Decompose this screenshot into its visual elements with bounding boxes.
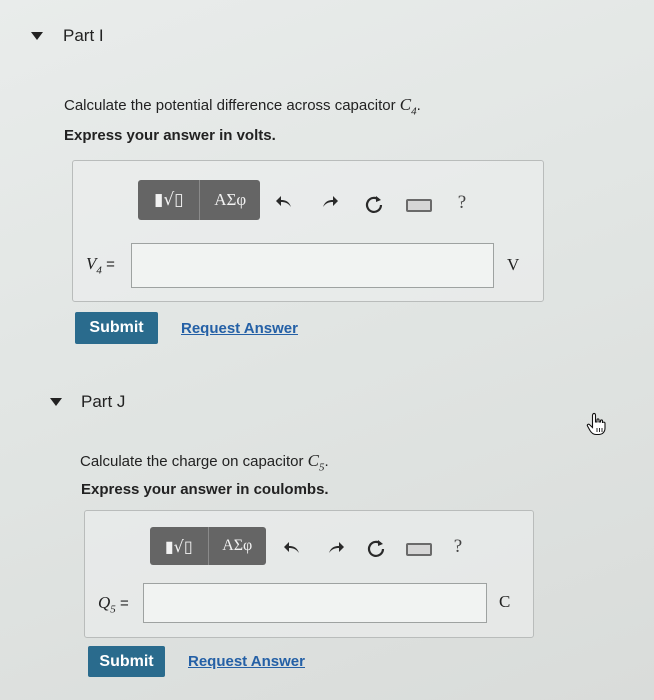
templates-icon: ▮√▯ xyxy=(164,536,193,556)
part-i-collapse-caret[interactable] xyxy=(31,32,43,40)
hand-cursor-icon xyxy=(586,412,608,436)
part-j-toolbar-group: ▮√▯ ΑΣφ xyxy=(150,527,266,565)
part-i-var-sub: 4 xyxy=(96,264,102,277)
help-button[interactable]: ? xyxy=(448,535,468,559)
part-i-title: Part I xyxy=(63,26,104,45)
part-i-equals: = xyxy=(106,256,115,273)
greek-symbols-button[interactable]: ΑΣφ xyxy=(209,527,267,565)
part-j-question-text: Calculate the charge on capacitor xyxy=(80,453,308,470)
part-i-question-end: . xyxy=(416,97,421,114)
part-j-question-end: . xyxy=(324,453,329,470)
templates-button[interactable]: ▮√▯ xyxy=(138,180,201,220)
part-i-answer-input[interactable] xyxy=(131,243,494,288)
keyboard-icon xyxy=(406,198,432,212)
greek-symbols-button[interactable]: ΑΣφ xyxy=(200,180,260,220)
part-j-instruction: Express your answer in coulombs. xyxy=(81,481,329,498)
part-j-collapse-caret[interactable] xyxy=(50,398,62,406)
part-j-title: Part J xyxy=(81,392,126,411)
part-i-request-answer-link[interactable]: Request Answer xyxy=(181,320,298,337)
reset-icon xyxy=(365,196,383,213)
part-i-var: V xyxy=(86,254,97,273)
undo-icon xyxy=(276,196,291,207)
part-j-answer-input[interactable] xyxy=(143,583,487,623)
part-j-var-sub: 5 xyxy=(110,603,116,616)
redo-icon xyxy=(329,542,344,553)
part-i-question-text: Calculate the potential difference acros… xyxy=(64,97,400,114)
reset-button[interactable] xyxy=(364,536,388,560)
part-i-submit-button[interactable]: Submit xyxy=(75,312,158,344)
part-j-question: Calculate the charge on capacitor C5. xyxy=(80,451,329,473)
keyboard-button[interactable] xyxy=(404,540,434,558)
templates-button[interactable]: ▮√▯ xyxy=(150,527,209,565)
part-i-toolbar-group: ▮√▯ ΑΣφ xyxy=(138,180,260,220)
undo-icon xyxy=(284,542,299,553)
undo-button[interactable] xyxy=(272,192,296,212)
reset-button[interactable] xyxy=(362,192,386,216)
reset-icon xyxy=(367,540,385,557)
templates-icon: ▮√▯ xyxy=(153,190,184,210)
part-j-unit: C xyxy=(499,592,511,611)
part-j-request-answer-link[interactable]: Request Answer xyxy=(188,653,305,670)
part-i-question-var: C xyxy=(399,95,412,114)
greek-symbols-label: ΑΣφ xyxy=(214,190,247,209)
part-j-submit-button[interactable]: Submit xyxy=(88,646,165,677)
part-i-unit: V xyxy=(507,255,520,274)
keyboard-button[interactable] xyxy=(404,196,434,214)
part-j-variable-label: Q5 = xyxy=(98,593,129,615)
redo-button[interactable] xyxy=(324,538,348,558)
redo-button[interactable] xyxy=(318,192,342,212)
part-i-instruction: Express your answer in volts. xyxy=(64,127,276,144)
part-i-question: Calculate the potential difference acros… xyxy=(64,95,421,117)
part-j-question-var: C xyxy=(307,451,319,470)
greek-symbols-label: ΑΣφ xyxy=(222,537,253,554)
part-i-variable-label: V4 = xyxy=(86,254,115,276)
undo-button[interactable] xyxy=(280,538,304,558)
redo-icon xyxy=(323,196,338,207)
help-button[interactable]: ? xyxy=(452,191,472,215)
part-j-var: Q xyxy=(98,593,111,612)
keyboard-icon xyxy=(406,542,432,556)
part-j-equals: = xyxy=(120,595,129,612)
